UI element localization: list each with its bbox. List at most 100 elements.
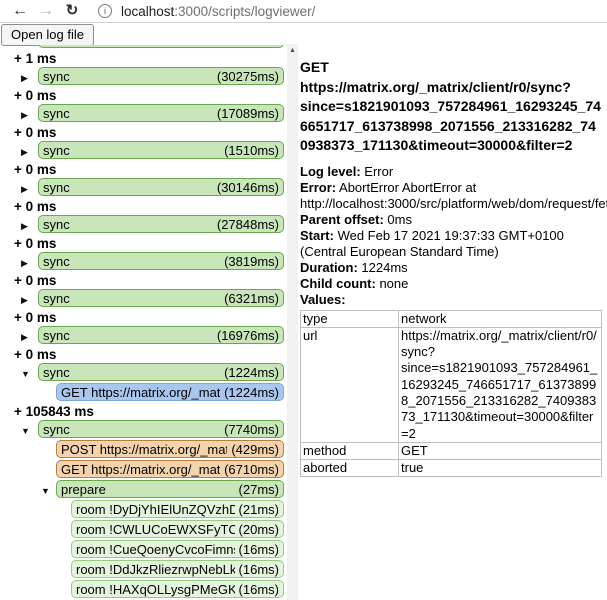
chevron-right-icon[interactable]: ▶: [21, 330, 35, 345]
chevron-right-icon[interactable]: ▶: [21, 219, 35, 234]
log-item[interactable]: ▶sync(17089ms): [38, 104, 284, 122]
values-value: network: [399, 310, 602, 327]
log-item-duration: (16ms): [239, 542, 279, 557]
chevron-right-icon[interactable]: ▶: [21, 108, 35, 123]
values-row: urlhttps://matrix.org/_matrix/client/r0/…: [301, 327, 602, 442]
log-item[interactable]: ▶sync(30275ms): [38, 67, 284, 85]
log-item-partial[interactable]: [38, 45, 284, 48]
log-item-label: sync: [43, 254, 70, 269]
log-item-label: sync: [43, 180, 70, 195]
log-item-duration: (16976ms): [217, 328, 279, 343]
chevron-right-icon[interactable]: ▶: [21, 182, 35, 197]
values-row: typenetwork: [301, 310, 602, 327]
values-row: methodGET: [301, 442, 602, 459]
values-key: aborted: [301, 460, 399, 477]
detail-fields: Log level: ErrorError: AbortError AbortE…: [300, 164, 602, 308]
log-item-label: GET https://matrix.org/_matri…: [61, 385, 220, 400]
log-item-duration: (30146ms): [217, 180, 279, 195]
detail-field: Error: AbortError AbortError at http://l…: [300, 180, 602, 212]
log-item[interactable]: room !DyDjYhIElUnZQVzhD… (21ms): [71, 500, 284, 518]
url-path: :3000/scripts/logviewer/: [174, 4, 315, 19]
log-item[interactable]: room !DdJkzRliezrwpNebLk:…(16ms): [71, 560, 284, 578]
chevron-right-icon[interactable]: ▶: [21, 71, 35, 86]
url-bar[interactable]: localhost:3000/scripts/logviewer/: [121, 4, 315, 19]
time-gap-label: + 0 ms: [0, 161, 285, 178]
log-item-label: GET https://matrix.org/_matri…: [61, 462, 220, 477]
detail-panel: GET https://matrix.org/_matrix/client/r0…: [300, 58, 602, 477]
chevron-down-icon[interactable]: ▼: [21, 424, 35, 439]
log-item[interactable]: ▶sync(3819ms): [38, 252, 284, 270]
log-item-label: sync: [43, 217, 70, 232]
log-item-duration: (429ms): [231, 442, 279, 457]
log-item[interactable]: GET https://matrix.org/_matri…(6710ms): [56, 460, 284, 478]
time-gap-label: + 0 ms: [0, 87, 285, 104]
log-item-duration: (21ms): [239, 502, 279, 517]
back-icon[interactable]: ←: [10, 1, 30, 21]
log-item-duration: (27848ms): [217, 217, 279, 232]
log-item[interactable]: ▶sync(30146ms): [38, 178, 284, 196]
log-item-label: sync: [43, 106, 70, 121]
values-row: abortedtrue: [301, 460, 602, 477]
log-item[interactable]: ▶sync(16976ms): [38, 326, 284, 344]
log-item-label: sync: [43, 365, 70, 380]
chevron-right-icon[interactable]: ▶: [21, 145, 35, 160]
site-info-icon[interactable]: i: [98, 4, 112, 18]
request-url: https://matrix.org/_matrix/client/r0/syn…: [300, 79, 601, 154]
chevron-right-icon[interactable]: ▶: [21, 293, 35, 308]
log-item-duration: (1510ms): [224, 143, 279, 158]
log-item-label: room !DyDjYhIElUnZQVzhD…: [76, 502, 235, 517]
log-item[interactable]: ▶sync(1510ms): [38, 141, 284, 159]
info-letter: i: [104, 6, 106, 16]
log-item-label: room !HAXqOLLysgPMeGKh…: [76, 582, 235, 597]
log-item-label: sync: [43, 328, 70, 343]
values-key: type: [301, 310, 399, 327]
log-item-duration: (7740ms): [224, 422, 279, 437]
log-item[interactable]: ▼sync(1224ms): [38, 363, 284, 381]
detail-field: Values:: [300, 292, 602, 308]
log-item-label: sync: [43, 143, 70, 158]
log-item-label: sync: [43, 69, 70, 84]
time-gap-label: + 0 ms: [0, 198, 285, 215]
log-item[interactable]: room !CueQoenyCvcoFimnsf…(16ms): [71, 540, 284, 558]
log-item[interactable]: room !HAXqOLLysgPMeGKh… (16ms): [71, 580, 284, 598]
chevron-down-icon[interactable]: ▼: [21, 367, 35, 382]
open-log-file-button[interactable]: Open log file: [1, 24, 94, 46]
log-item[interactable]: room !CWLUCoEWXSFyTC…(20ms): [71, 520, 284, 538]
log-item[interactable]: ▶sync(6321ms): [38, 289, 284, 307]
chevron-right-icon[interactable]: ▶: [21, 256, 35, 271]
reload-icon[interactable]: ↻: [62, 1, 82, 21]
detail-field: Child count: none: [300, 276, 602, 292]
log-item-duration: (1224ms): [224, 365, 279, 380]
log-item[interactable]: ▼prepare(27ms): [56, 480, 284, 498]
log-item-clipped: [0, 45, 285, 48]
url-host: localhost: [121, 4, 174, 19]
log-item[interactable]: ▼sync(7740ms): [38, 420, 284, 438]
values-value: https://matrix.org/_matrix/client/r0/syn…: [399, 327, 602, 442]
log-item-label: POST https://matrix.org/_matri…: [61, 442, 227, 457]
scroll-up-icon[interactable]: ▲: [287, 44, 298, 57]
chevron-down-icon[interactable]: ▼: [41, 484, 55, 499]
forward-icon[interactable]: →: [36, 1, 56, 21]
values-key: method: [301, 442, 399, 459]
log-item-label: room !DdJkzRliezrwpNebLk:…: [76, 562, 235, 577]
time-gap-label: + 0 ms: [0, 124, 285, 141]
detail-field: Duration: 1224ms: [300, 260, 602, 276]
log-item-duration: (16ms): [239, 582, 279, 597]
log-item-duration: (6321ms): [224, 291, 279, 306]
detail-field: Log level: Error: [300, 164, 602, 180]
time-gap-label: + 1 ms: [0, 50, 285, 67]
log-item[interactable]: POST https://matrix.org/_matri… (429ms): [56, 440, 284, 458]
time-gap-label: + 0 ms: [0, 235, 285, 252]
browser-toolbar: ← → ↻ i localhost:3000/scripts/logviewer…: [0, 0, 607, 23]
log-item-selected[interactable]: GET https://matrix.org/_matri… (1224ms): [56, 383, 284, 401]
log-item-duration: (30275ms): [217, 69, 279, 84]
values-value: GET: [399, 442, 602, 459]
tree-scrollbar[interactable]: ▲: [287, 44, 298, 600]
log-item[interactable]: ▶sync(27848ms): [38, 215, 284, 233]
log-item-label: sync: [43, 422, 70, 437]
time-gap-label: + 0 ms: [0, 309, 285, 326]
log-item-label: sync: [43, 291, 70, 306]
error-source-url: http://localhost:3000/src/platform/web/d…: [300, 196, 607, 212]
log-item-duration: (1224ms): [224, 385, 279, 400]
detail-field: Start: Wed Feb 17 2021 19:37:33 GMT+0100…: [300, 228, 602, 260]
